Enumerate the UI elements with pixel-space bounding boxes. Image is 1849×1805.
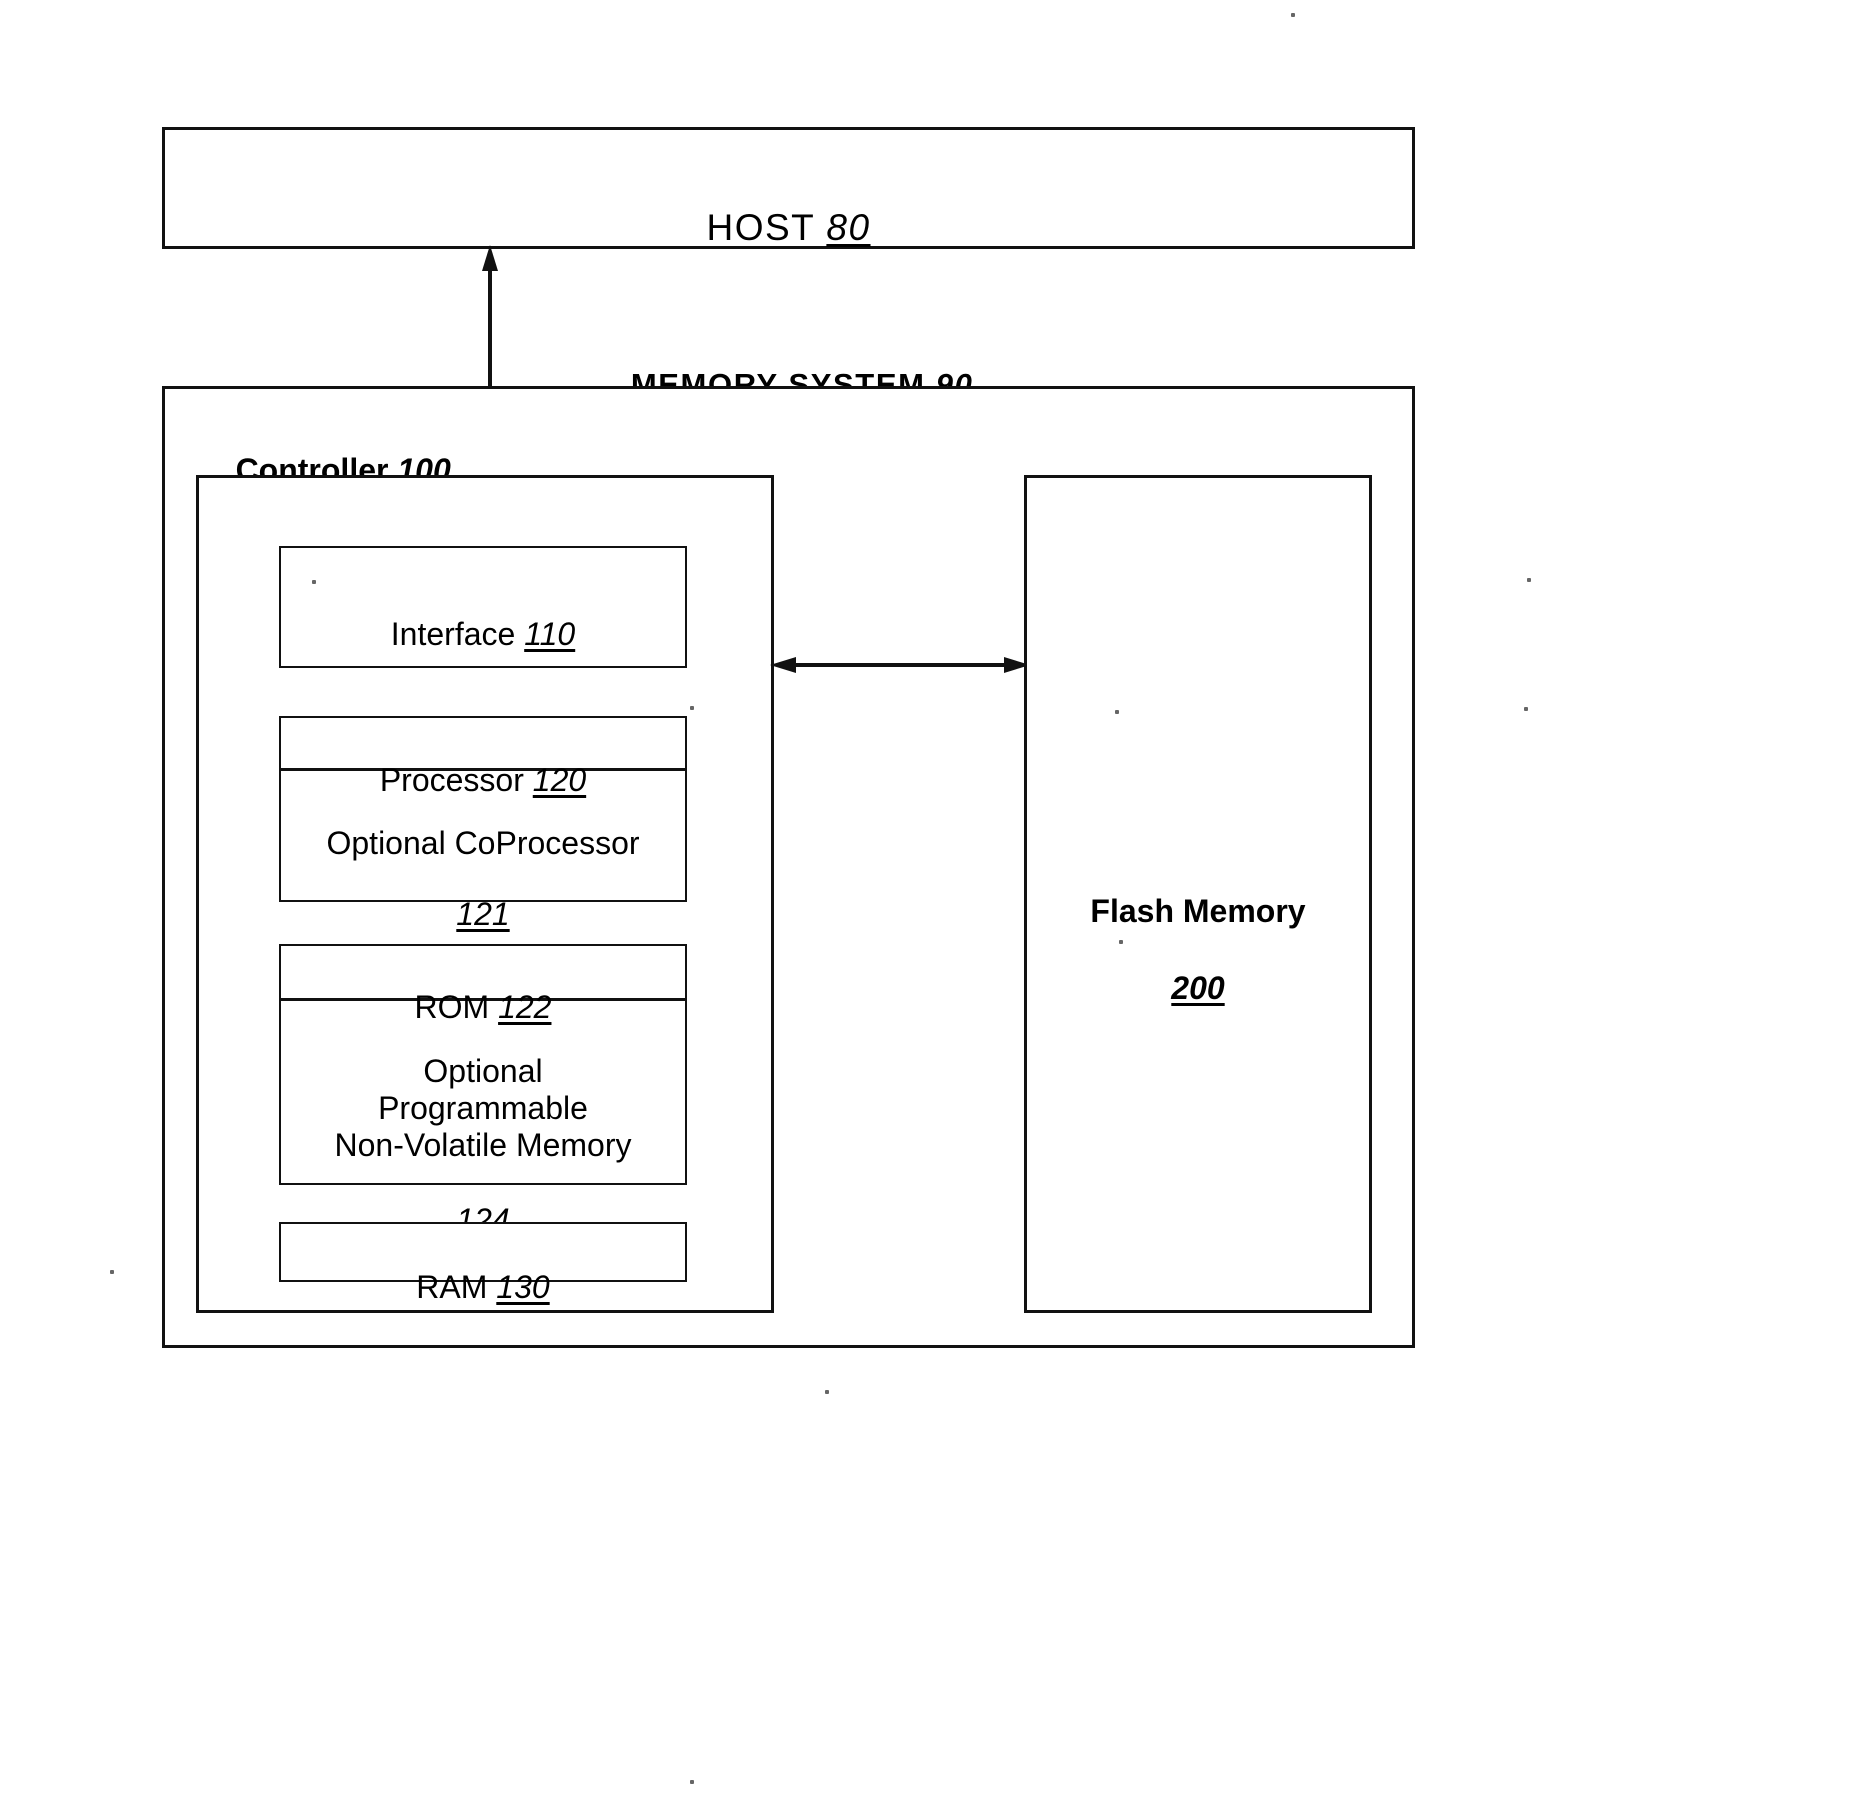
host-ref-numeral: 80 — [826, 207, 871, 249]
host-box: HOST 80 — [162, 127, 1415, 249]
processor-header: Processor 120 — [281, 718, 685, 798]
interface-label: Interface 110 — [281, 581, 685, 653]
interface-ref-numeral: 110 — [524, 615, 576, 652]
coprocessor-label: Optional CoProcessor 121 — [281, 790, 685, 933]
scan-speck — [1291, 13, 1295, 17]
host-label-text: HOST — [706, 207, 827, 249]
figure-canvas: HOST 80 MEMORY SYSTEM 90 Controller 100 … — [0, 0, 1849, 1805]
scan-speck — [1527, 578, 1531, 582]
ram-label: RAM 130 — [281, 1234, 685, 1306]
scan-speck — [1119, 940, 1123, 944]
flash-memory-label: Flash Memory 200 — [1027, 854, 1369, 1008]
coprocessor-label-text: Optional CoProcessor — [326, 824, 640, 861]
scan-speck — [312, 580, 316, 584]
processor-label: Processor 120 — [281, 727, 685, 799]
flash-memory-label-text: Flash Memory — [1090, 893, 1306, 930]
flash-memory-ref-numeral: 200 — [1171, 970, 1225, 1007]
scan-speck — [690, 706, 694, 710]
scan-speck — [690, 1780, 694, 1784]
programmable-nvm-label-text: Optional Programmable Non-Volatile Memor… — [334, 1053, 632, 1164]
ram-box: RAM 130 — [279, 1222, 687, 1305]
processor-group-box: Processor 120 Optional CoProcessor 121 — [279, 716, 687, 932]
interface-label-text: Interface — [390, 615, 525, 652]
coprocessor-ref-numeral: 121 — [456, 896, 510, 933]
host-label: HOST 80 — [165, 166, 1412, 249]
scan-speck — [1524, 707, 1528, 711]
programmable-nvm-label: Optional Programmable Non-Volatile Memor… — [281, 1016, 685, 1239]
flash-memory-box: Flash Memory 200 — [1024, 475, 1372, 1313]
controller-flash-arrow — [770, 657, 1030, 673]
rom-header: ROM 122 — [281, 946, 685, 1025]
rom-group-box: ROM 122 Optional Programmable Non-Volati… — [279, 944, 687, 1238]
scan-speck — [1115, 710, 1119, 714]
ram-ref-numeral: 130 — [496, 1268, 550, 1305]
ram-label-text: RAM — [416, 1268, 497, 1305]
interface-box: Interface 110 — [279, 546, 687, 668]
scan-speck — [110, 1270, 114, 1274]
rom-label: ROM 122 — [281, 954, 685, 1026]
scan-speck — [825, 1390, 829, 1394]
